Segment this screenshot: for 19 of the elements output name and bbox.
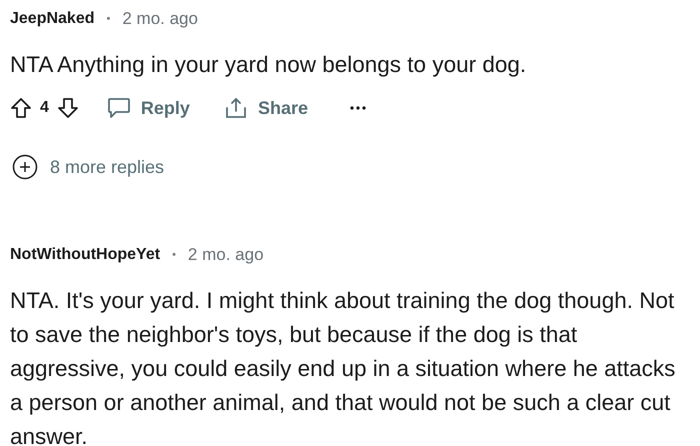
share-button[interactable]: Share bbox=[218, 93, 314, 123]
more-button[interactable] bbox=[350, 106, 366, 110]
plus-circle-icon bbox=[12, 154, 38, 180]
share-icon bbox=[224, 97, 248, 119]
reply-button[interactable]: Reply bbox=[100, 93, 196, 123]
comment-text: NTA. It's your yard. I might think about training the dog though. Not to save the neighbor's toys, but because if the dog is that aggressive, you could easily end up in a situation where he attacks a person or another animal, and that would not be such a clear cut answer. bbox=[10, 287, 676, 446]
comment-text: NTA Anything in your yard now belongs to your dog. bbox=[10, 51, 528, 79]
more-replies-button[interactable]: 8 more replies bbox=[12, 154, 700, 180]
comment-author[interactable]: NotWithoutHopeYet bbox=[10, 246, 160, 264]
separator-dot: • bbox=[172, 249, 176, 261]
upvote-button[interactable] bbox=[10, 97, 32, 119]
comment-time: 2 mo. ago bbox=[122, 9, 198, 29]
comment-author[interactable]: JeepNaked bbox=[10, 10, 94, 28]
comment-time: 2 mo. ago bbox=[188, 245, 264, 265]
more-icon bbox=[350, 106, 366, 110]
speech-bubble-icon bbox=[106, 97, 131, 119]
vote-count: 4 bbox=[40, 99, 49, 117]
downvote-button[interactable] bbox=[56, 97, 79, 119]
separator-dot: • bbox=[106, 13, 110, 25]
